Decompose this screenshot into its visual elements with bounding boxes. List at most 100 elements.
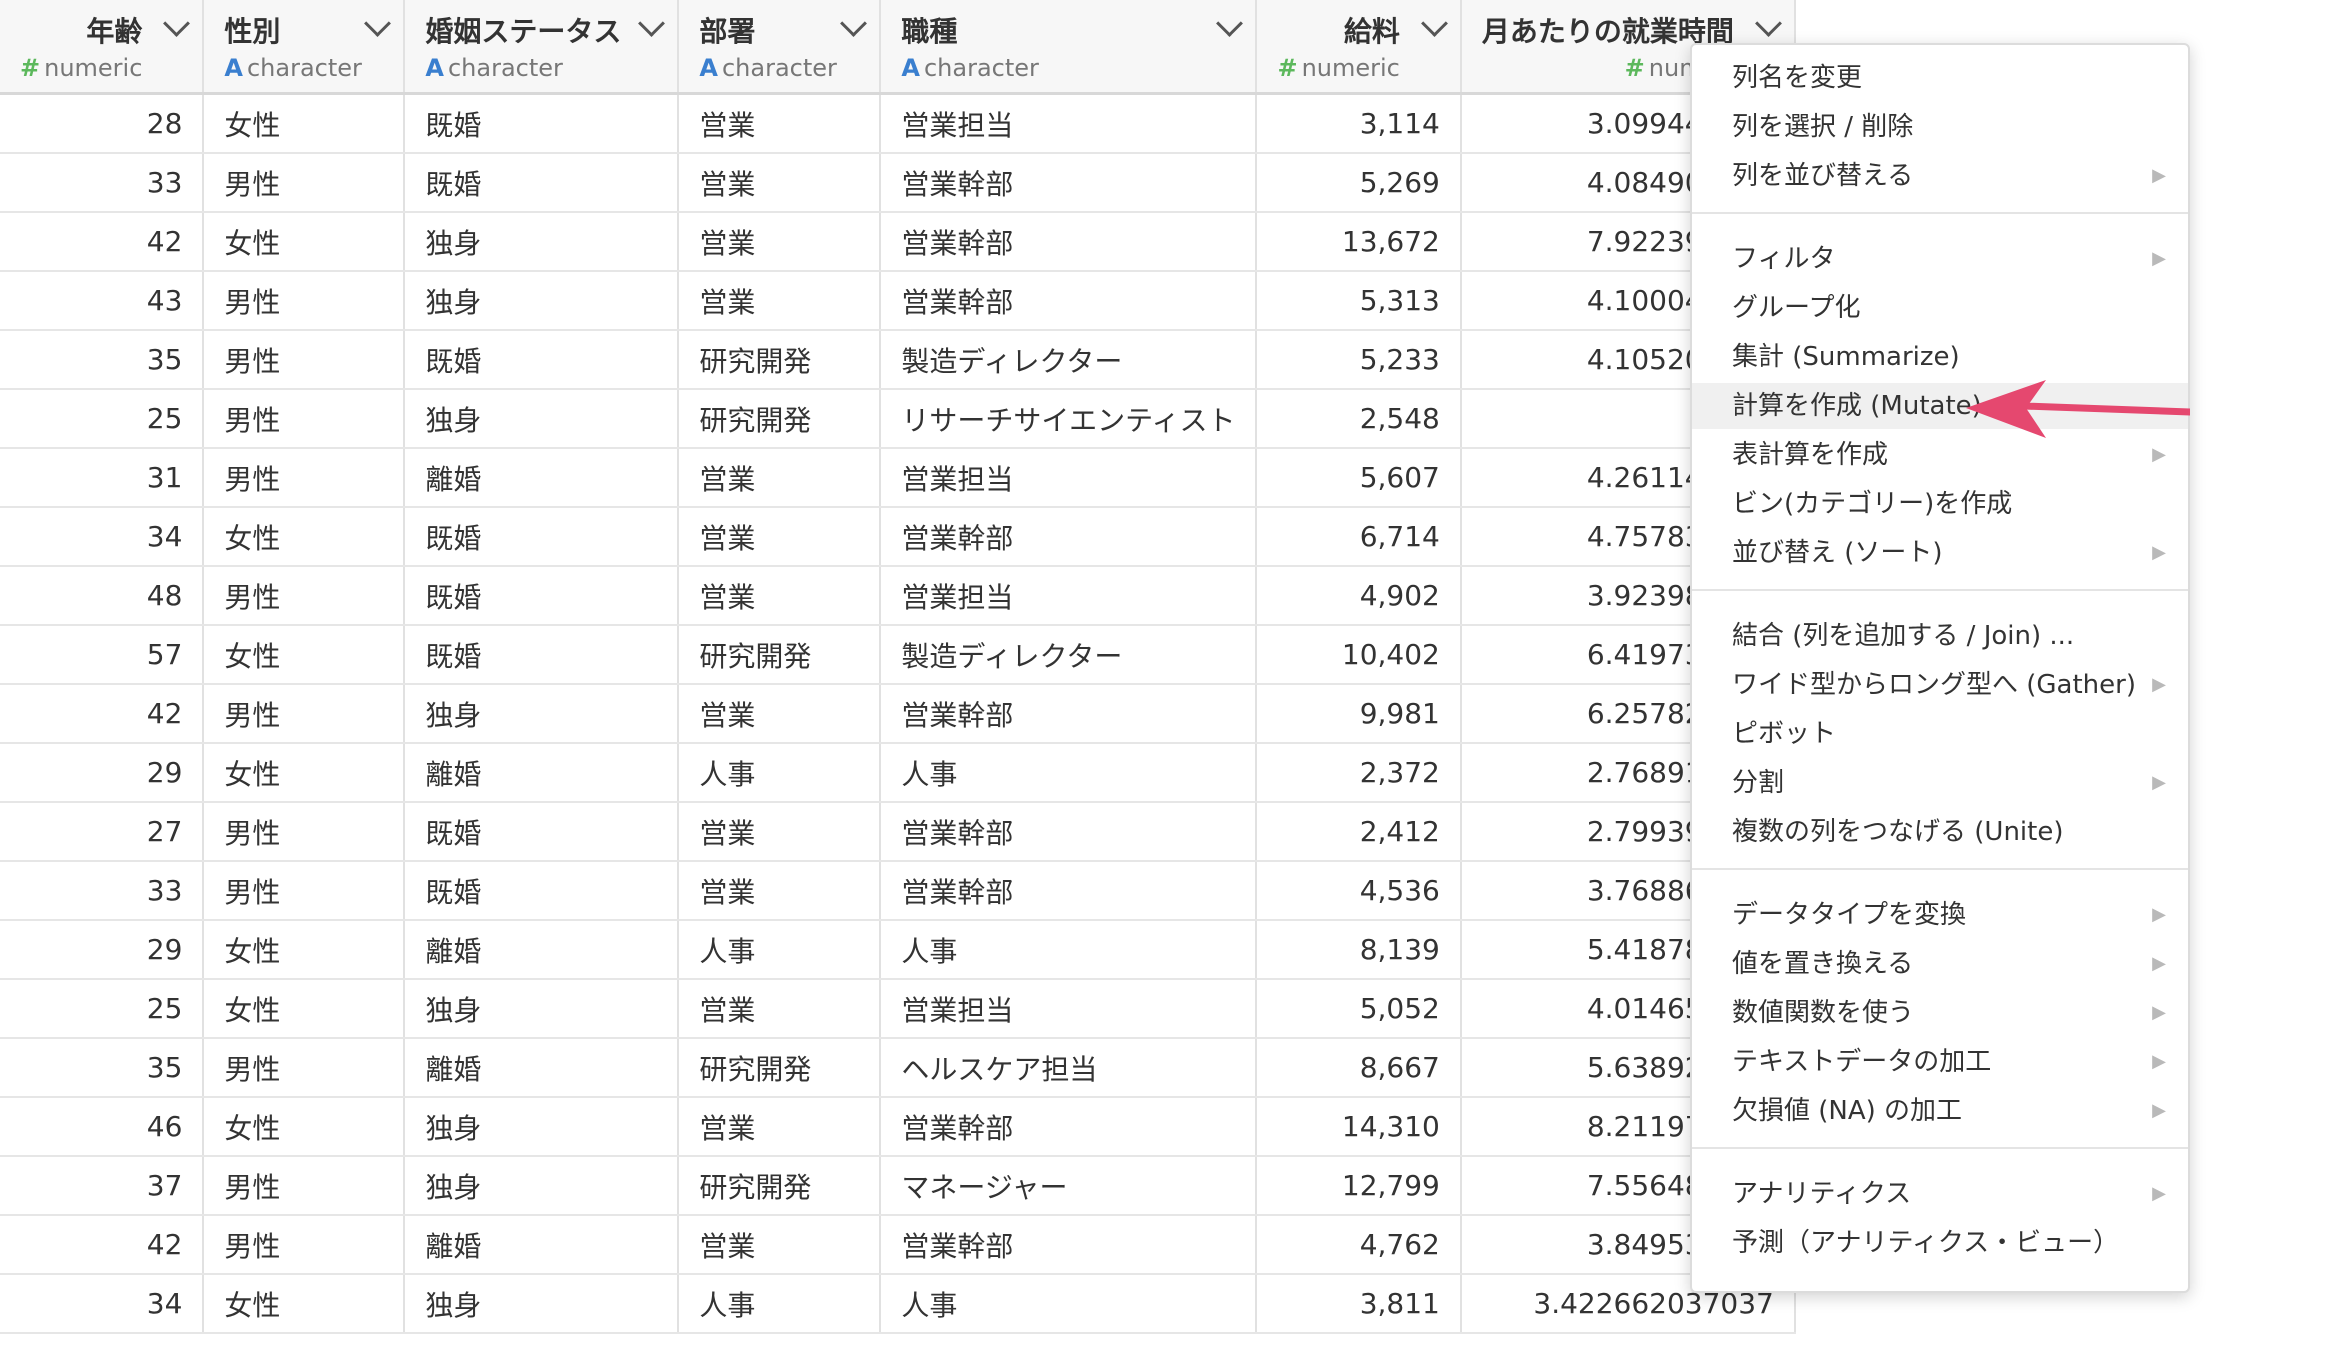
table-cell[interactable]: 31 <box>0 448 205 508</box>
table-cell[interactable]: 25 <box>0 389 205 449</box>
table-cell[interactable]: 既婚 <box>404 330 680 390</box>
table-cell[interactable]: 人事 <box>880 920 1258 980</box>
table-cell[interactable]: 営業担当 <box>880 448 1258 508</box>
menu-item[interactable]: 複数の列をつなげる (Unite) <box>1692 809 2188 855</box>
table-cell[interactable]: 12,799 <box>1256 1156 1462 1216</box>
table-cell[interactable]: 27 <box>0 802 205 862</box>
table-cell[interactable]: ヘルスケア担当 <box>880 1038 1258 1098</box>
table-cell[interactable]: 既婚 <box>404 566 680 626</box>
table-cell[interactable]: 人事 <box>678 920 882 980</box>
table-cell[interactable]: 男性 <box>203 153 406 213</box>
table-cell[interactable]: 5,052 <box>1256 979 1462 1039</box>
table-cell[interactable]: 33 <box>0 861 205 921</box>
table-cell[interactable]: 独身 <box>404 684 680 744</box>
menu-item[interactable]: データタイプを変換 ▶ <box>1692 892 2188 938</box>
table-cell[interactable]: 営業 <box>678 684 882 744</box>
table-cell[interactable]: 独身 <box>404 212 680 272</box>
menu-item[interactable]: ワイド型からロング型へ (Gather) ▶ <box>1692 662 2188 708</box>
table-cell[interactable]: 営業 <box>678 212 882 272</box>
table-cell[interactable]: 35 <box>0 1038 205 1098</box>
table-cell[interactable]: 8,139 <box>1256 920 1462 980</box>
menu-item[interactable]: 列名を変更 <box>1692 55 2188 101</box>
table-cell[interactable]: 離婚 <box>404 448 680 508</box>
table-cell[interactable]: 2,372 <box>1256 743 1462 803</box>
table-cell[interactable]: 営業 <box>678 448 882 508</box>
table-cell[interactable]: 人事 <box>880 743 1258 803</box>
menu-item[interactable]: テキストデータの加工 ▶ <box>1692 1039 2188 1085</box>
table-cell[interactable]: 6,714 <box>1256 507 1462 567</box>
table-cell[interactable]: 既婚 <box>404 153 680 213</box>
menu-item[interactable]: 分割 ▶ <box>1692 760 2188 806</box>
table-cell[interactable]: 8,667 <box>1256 1038 1462 1098</box>
table-cell[interactable]: 営業幹部 <box>880 153 1258 213</box>
table-cell[interactable]: 営業 <box>678 802 882 862</box>
table-cell[interactable]: 33 <box>0 153 205 213</box>
table-cell[interactable]: 離婚 <box>404 1215 680 1275</box>
menu-item[interactable]: ビン(カテゴリー)を作成 <box>1692 481 2188 527</box>
table-cell[interactable]: 独身 <box>404 271 680 331</box>
table-cell[interactable]: 46 <box>0 1097 205 1157</box>
table-cell[interactable]: 営業幹部 <box>880 1097 1258 1157</box>
table-cell[interactable]: 人事 <box>678 1274 882 1334</box>
table-cell[interactable]: 3,811 <box>1256 1274 1462 1334</box>
table-cell[interactable]: 独身 <box>404 1156 680 1216</box>
table-cell[interactable]: 離婚 <box>404 920 680 980</box>
menu-item[interactable]: ピボット <box>1692 711 2188 757</box>
table-cell[interactable]: 男性 <box>203 1038 406 1098</box>
table-cell[interactable]: 営業担当 <box>880 566 1258 626</box>
menu-item[interactable]: 列を選択 / 削除 <box>1692 104 2188 150</box>
table-cell[interactable]: 37 <box>0 1156 205 1216</box>
menu-item[interactable]: 数値関数を使う ▶ <box>1692 990 2188 1036</box>
table-cell[interactable]: 営業 <box>678 507 882 567</box>
table-cell[interactable]: 4,762 <box>1256 1215 1462 1275</box>
table-cell[interactable]: 5,607 <box>1256 448 1462 508</box>
table-cell[interactable]: 営業幹部 <box>880 684 1258 744</box>
table-cell[interactable]: 女性 <box>203 743 406 803</box>
table-cell[interactable]: 男性 <box>203 802 406 862</box>
table-cell[interactable]: 男性 <box>203 684 406 744</box>
menu-item[interactable]: 予測（アナリティクス・ビュー） <box>1692 1220 2188 1266</box>
column-header-3[interactable]: 部署 Acharacter <box>678 0 882 95</box>
table-cell[interactable]: 42 <box>0 684 205 744</box>
table-cell[interactable]: 5,233 <box>1256 330 1462 390</box>
table-cell[interactable]: 研究開発 <box>678 389 882 449</box>
table-cell[interactable]: 研究開発 <box>678 1156 882 1216</box>
table-cell[interactable]: 25 <box>0 979 205 1039</box>
table-cell[interactable]: 34 <box>0 1274 205 1334</box>
column-header-2[interactable]: 婚姻ステータス Acharacter <box>404 0 680 95</box>
table-cell[interactable]: 5,269 <box>1256 153 1462 213</box>
table-cell[interactable]: 営業幹部 <box>880 271 1258 331</box>
table-cell[interactable]: 14,310 <box>1256 1097 1462 1157</box>
table-cell[interactable]: 2,548 <box>1256 389 1462 449</box>
table-cell[interactable]: 男性 <box>203 389 406 449</box>
table-cell[interactable]: 男性 <box>203 566 406 626</box>
table-cell[interactable]: 営業幹部 <box>880 212 1258 272</box>
table-cell[interactable]: 3,114 <box>1256 93 1462 154</box>
table-cell[interactable]: 研究開発 <box>678 625 882 685</box>
table-cell[interactable]: 営業 <box>678 153 882 213</box>
table-cell[interactable]: 4,536 <box>1256 861 1462 921</box>
table-cell[interactable]: 営業 <box>678 979 882 1039</box>
table-cell[interactable]: 研究開発 <box>678 1038 882 1098</box>
table-cell[interactable]: 5,313 <box>1256 271 1462 331</box>
table-cell[interactable]: 42 <box>0 1215 205 1275</box>
table-cell[interactable]: 営業担当 <box>880 979 1258 1039</box>
table-cell[interactable]: 営業 <box>678 566 882 626</box>
table-cell[interactable]: 既婚 <box>404 861 680 921</box>
table-cell[interactable]: 男性 <box>203 1215 406 1275</box>
menu-item[interactable]: グループ化 <box>1692 285 2188 331</box>
table-cell[interactable]: 研究開発 <box>678 330 882 390</box>
menu-item[interactable]: 値を置き換える ▶ <box>1692 941 2188 987</box>
table-cell[interactable]: 独身 <box>404 1274 680 1334</box>
table-cell[interactable]: 男性 <box>203 271 406 331</box>
menu-item[interactable]: フィルタ ▶ <box>1692 236 2188 282</box>
table-cell[interactable]: 48 <box>0 566 205 626</box>
table-cell[interactable]: 営業 <box>678 271 882 331</box>
menu-item[interactable]: 並び替え (ソート) ▶ <box>1692 530 2188 576</box>
menu-item[interactable]: 列を並び替える ▶ <box>1692 153 2188 199</box>
table-cell[interactable]: 独身 <box>404 389 680 449</box>
table-cell[interactable]: 57 <box>0 625 205 685</box>
table-cell[interactable]: 2,412 <box>1256 802 1462 862</box>
table-cell[interactable]: 営業 <box>678 1097 882 1157</box>
column-header-4[interactable]: 職種 Acharacter <box>880 0 1258 95</box>
